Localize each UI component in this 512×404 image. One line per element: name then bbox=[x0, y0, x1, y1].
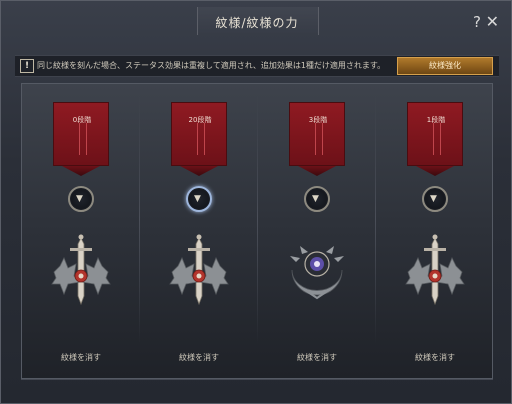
pattern-slots-panel: 0段階 ▼ 紋様を消す 20段階 ▼ 紋様を消す 3段階 ▼ 紋様を消す 1段階… bbox=[21, 83, 493, 379]
banner-ornament bbox=[79, 123, 87, 155]
grade-label: 3段階 bbox=[308, 116, 328, 124]
info-text: 同じ紋様を刻んだ場合、ステータス効果は重複して適用され、追加効果は1種だけ適用さ… bbox=[37, 61, 386, 70]
banner-tail bbox=[298, 166, 336, 176]
title-bar: 紋様/紋様の力 ? ✕ bbox=[1, 1, 512, 41]
banner-ornament bbox=[433, 123, 441, 155]
help-icon[interactable]: ? bbox=[473, 13, 481, 31]
chevron-down-icon: ▼ bbox=[194, 194, 201, 204]
pattern-slot-3: 3段階 ▼ 紋様を消す bbox=[258, 84, 376, 378]
remove-pattern-button[interactable]: 紋様を消す bbox=[22, 352, 140, 363]
chevron-down-icon: ▼ bbox=[312, 194, 319, 204]
pattern-socket[interactable]: ▼ bbox=[422, 186, 448, 212]
pattern-socket[interactable]: ▼ bbox=[304, 186, 330, 212]
sword-shield-emblem-icon[interactable] bbox=[400, 232, 470, 308]
remove-pattern-button[interactable]: 紋様を消す bbox=[376, 352, 494, 363]
remove-pattern-button[interactable]: 紋様を消す bbox=[140, 352, 258, 363]
pattern-slot-4: 1段階 ▼ 紋様を消す bbox=[376, 84, 494, 378]
grade-banner: 3段階 bbox=[289, 102, 345, 166]
grade-banner: 0段階 bbox=[53, 102, 109, 166]
pattern-slot-1: 0段階 ▼ 紋様を消す bbox=[22, 84, 140, 378]
sword-shield-emblem-icon[interactable] bbox=[46, 232, 116, 308]
pattern-window: 紋様/紋様の力 ? ✕ ! 同じ紋様を刻んだ場合、ステータス効果は重複して適用さ… bbox=[0, 0, 512, 404]
chevron-down-icon: ▼ bbox=[76, 194, 83, 204]
grade-label: 0段階 bbox=[72, 116, 92, 124]
grade-banner: 20段階 bbox=[171, 102, 227, 166]
pattern-socket-selected[interactable]: ▼ bbox=[186, 186, 212, 212]
close-icon[interactable]: ✕ bbox=[486, 12, 499, 31]
banner-ornament bbox=[315, 123, 323, 155]
remove-pattern-button[interactable]: 紋様を消す bbox=[258, 352, 376, 363]
banner-tail bbox=[416, 166, 454, 176]
eye-crescent-emblem-icon[interactable] bbox=[282, 232, 352, 308]
pattern-socket[interactable]: ▼ bbox=[68, 186, 94, 212]
pattern-slot-2: 20段階 ▼ 紋様を消す bbox=[140, 84, 258, 378]
banner-ornament bbox=[197, 123, 205, 155]
bottom-divider bbox=[21, 379, 493, 380]
grade-banner: 1段階 bbox=[407, 102, 463, 166]
warning-icon: ! bbox=[20, 59, 34, 73]
enhance-pattern-button[interactable]: 紋様強化 bbox=[397, 57, 493, 75]
info-bar: ! 同じ紋様を刻んだ場合、ステータス効果は重複して適用され、追加効果は1種だけ適… bbox=[15, 55, 499, 77]
sword-shield-emblem-icon[interactable] bbox=[164, 232, 234, 308]
grade-label: 20段階 bbox=[188, 116, 212, 124]
banner-tail bbox=[180, 166, 218, 176]
chevron-down-icon: ▼ bbox=[430, 194, 437, 204]
window-title: 紋様/紋様の力 bbox=[215, 16, 299, 30]
grade-label: 1段階 bbox=[426, 116, 446, 124]
banner-tail bbox=[62, 166, 100, 176]
